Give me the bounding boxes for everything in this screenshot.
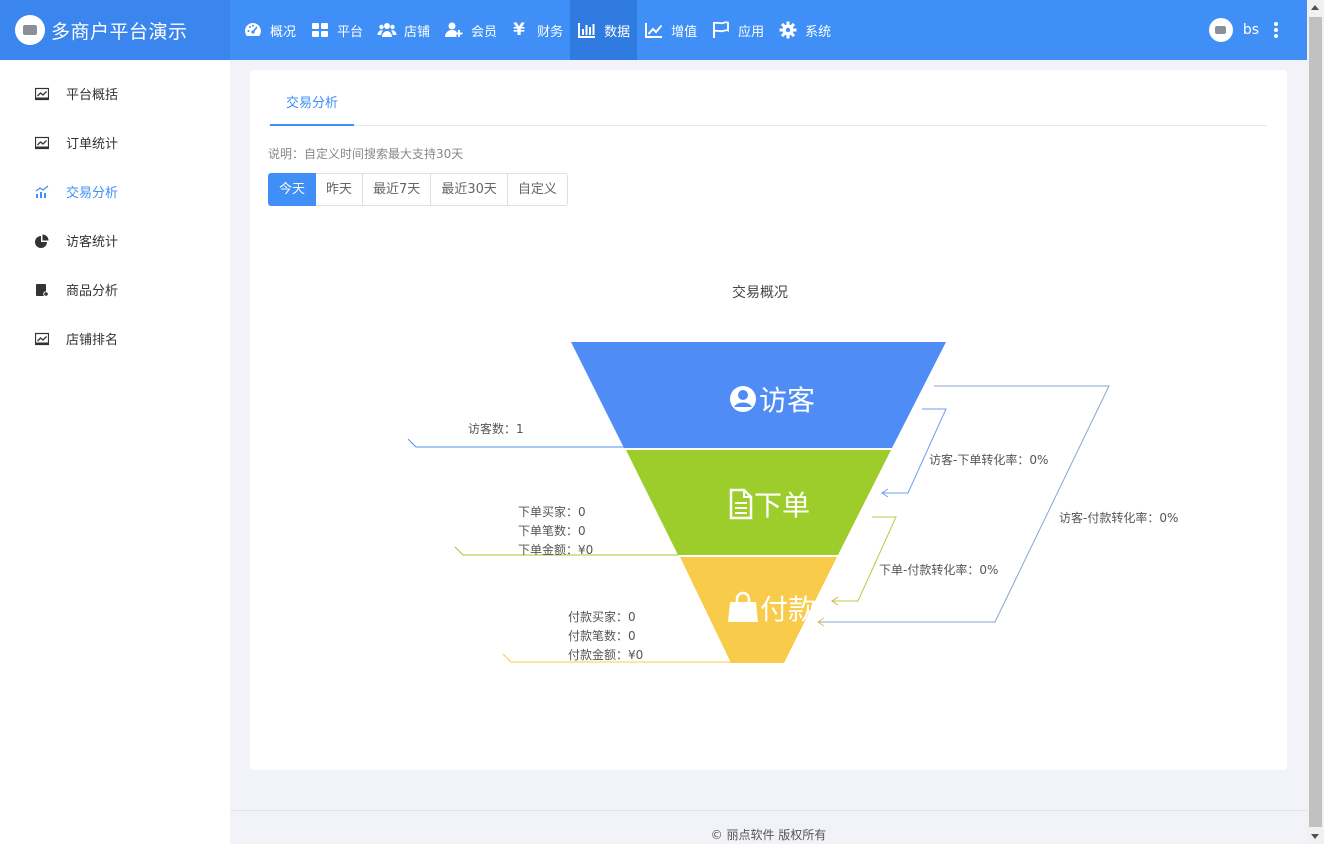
order-count-label: 下单笔数：0 — [518, 523, 586, 538]
order-amount-label: 下单金额：¥0 — [518, 542, 593, 557]
conversion-visitor-order-label: 访客-下单转化率：0% — [929, 452, 1048, 467]
conversion-visitor-payment-label: 访客-付款转化率：0% — [1059, 510, 1178, 525]
scroll-thumb[interactable] — [1309, 17, 1322, 827]
payment-amount-label: 付款金额：¥0 — [568, 647, 643, 662]
footer: © 丽点软件 版权所有 — [230, 810, 1307, 844]
funnel-chart: 交易概况 访客 下单 付款 访客数：1 下单买家：0 下单笔数：0 下单金额：¥… — [407, 284, 1178, 663]
order-buyers-label: 下单买家：0 — [518, 504, 586, 519]
chart-title: 交易概况 — [732, 284, 788, 301]
payment-count-label: 付款笔数：0 — [568, 628, 636, 643]
visitor-count-label: 访客数：1 — [468, 421, 524, 436]
conversion-order-payment-label: 下单-付款转化率：0% — [879, 562, 998, 577]
user-circle-icon — [730, 386, 756, 412]
callout-line-visitor — [407, 438, 624, 448]
stage-label-payment: 付款 — [760, 593, 816, 626]
scroll-down-icon[interactable] — [1311, 834, 1319, 839]
scroll-up-icon[interactable] — [1311, 5, 1319, 10]
page-scrollbar[interactable] — [1307, 0, 1324, 844]
stage-label-order: 下单 — [754, 489, 810, 522]
payment-buyers-label: 付款买家：0 — [568, 609, 636, 624]
stage-label-visitor: 访客 — [759, 384, 815, 417]
